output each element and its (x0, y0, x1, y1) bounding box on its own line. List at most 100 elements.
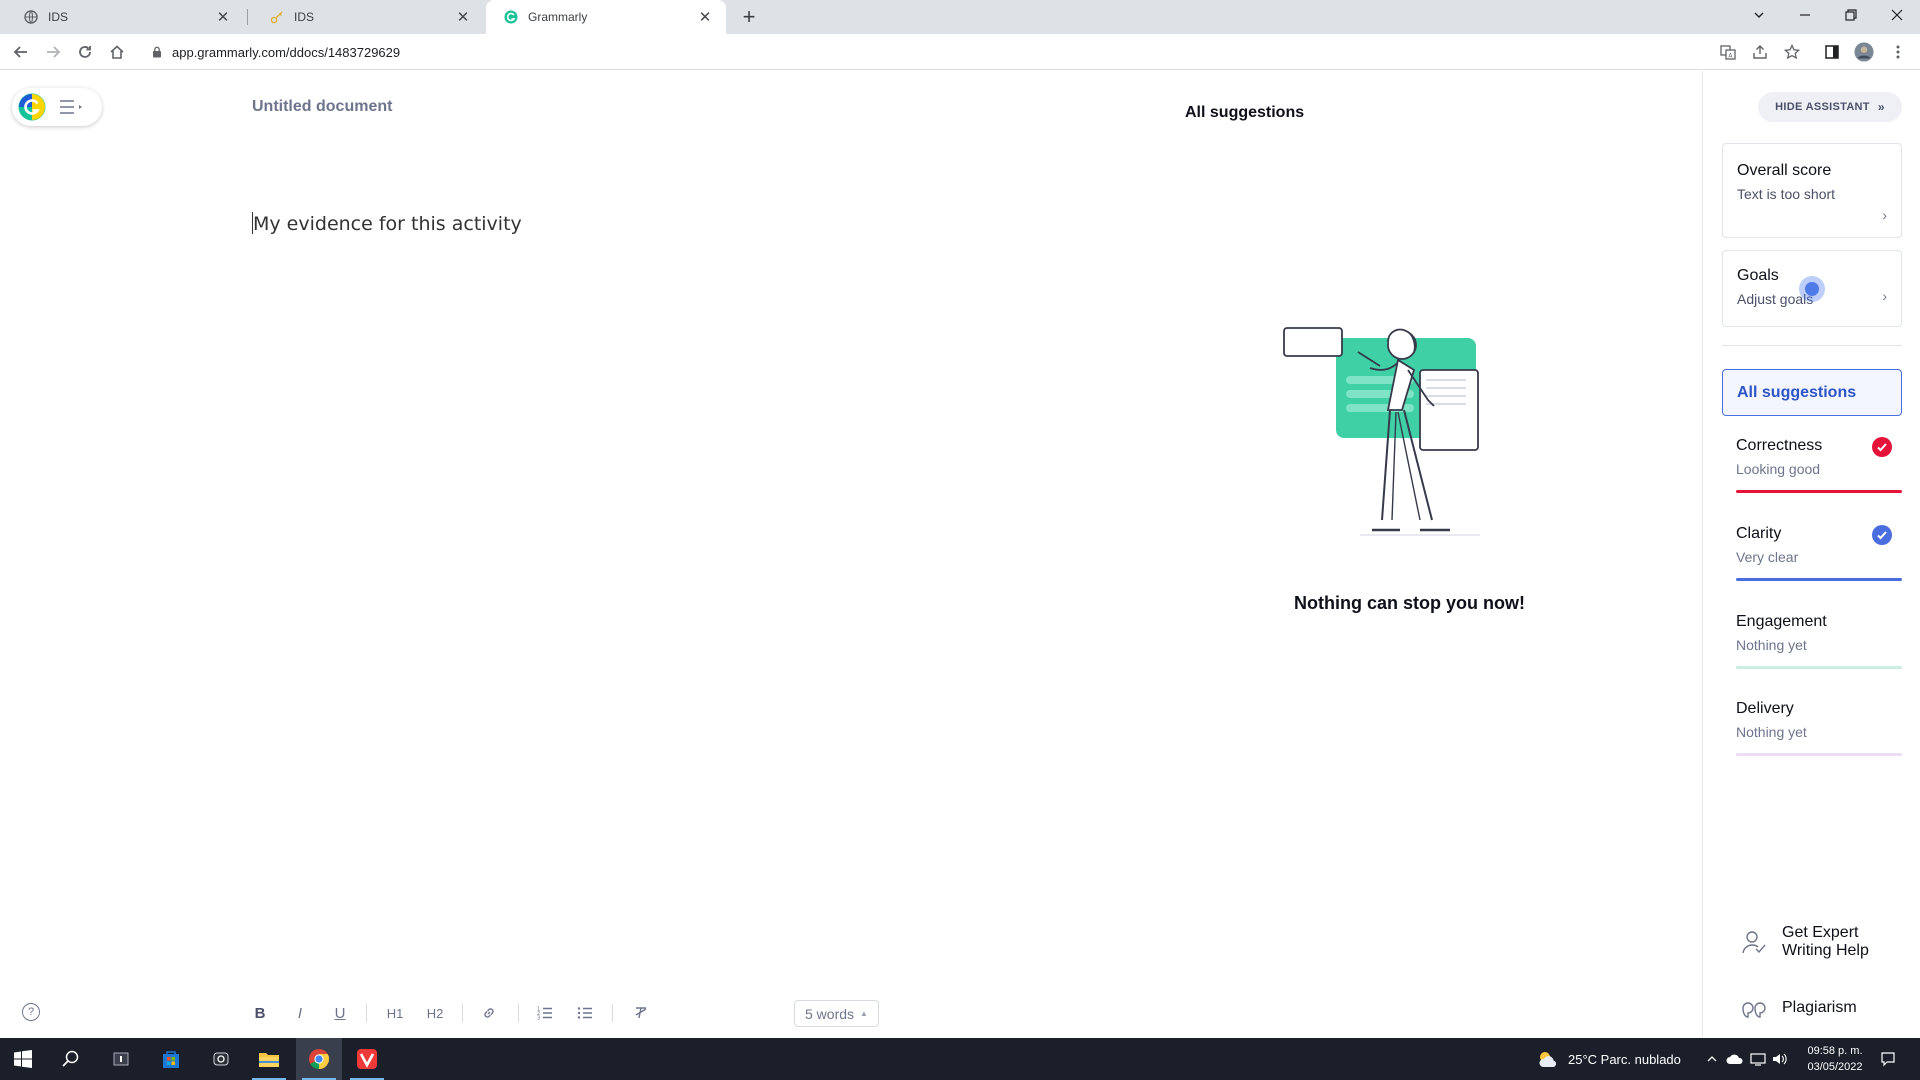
document-title[interactable]: Untitled document (252, 98, 392, 116)
category-correctness[interactable]: Correctness Looking good (1722, 427, 1902, 503)
network-icon[interactable] (1750, 1038, 1766, 1080)
expert-person-icon (1740, 928, 1768, 956)
help-icon[interactable]: ? (22, 1003, 40, 1021)
category-progress-bar (1736, 578, 1902, 581)
share-icon[interactable] (1750, 42, 1770, 62)
category-status: Very clear (1736, 549, 1799, 565)
restore-button[interactable] (1828, 0, 1874, 30)
category-status: Nothing yet (1736, 637, 1807, 653)
category-progress-bar (1736, 490, 1902, 493)
tab-ids-1[interactable]: IDS ✕ (6, 0, 244, 34)
chevron-up-icon (1707, 1056, 1717, 1062)
close-tab-icon[interactable]: ✕ (214, 8, 232, 26)
numbered-list-button[interactable]: 123 (534, 1000, 556, 1026)
bullet-list-button[interactable] (574, 1000, 596, 1026)
weather-widget[interactable]: 25°C Parc. nublado (1536, 1038, 1681, 1080)
translate-icon[interactable]: A (1718, 42, 1738, 62)
windows-start-icon[interactable] (0, 1038, 46, 1080)
clear-formatting-button[interactable] (630, 1000, 652, 1026)
address-bar[interactable]: app.grammarly.com/ddocs/1483729629 (140, 37, 1740, 67)
onboarding-hotspot-dot[interactable] (1799, 276, 1825, 302)
new-tab-button[interactable]: + (736, 4, 762, 30)
clock-time: 09:58 p. m. (1807, 1045, 1863, 1057)
grammarly-favicon-icon (504, 10, 518, 24)
search-icon[interactable] (48, 1038, 94, 1080)
side-panel-icon[interactable] (1822, 42, 1842, 62)
bold-button[interactable]: B (250, 1000, 270, 1026)
heading2-button[interactable]: H2 (422, 1000, 448, 1026)
onedrive-icon[interactable] (1726, 1038, 1744, 1080)
word-count-button[interactable]: 5 words ▲ (794, 1000, 879, 1027)
italic-button[interactable]: I (290, 1000, 310, 1026)
toolbar-divider (462, 1004, 463, 1022)
overall-score-title: Overall score (1737, 162, 1832, 179)
overall-score-subtitle: Text is too short (1737, 186, 1836, 202)
category-status: Looking good (1736, 461, 1821, 477)
url-text: app.grammarly.com/ddocs/1483729629 (172, 44, 401, 60)
double-chevron-right-icon: » (1877, 100, 1885, 114)
minimize-button[interactable] (1782, 0, 1828, 30)
link-icon (484, 1008, 494, 1018)
profile-avatar-icon[interactable] (1854, 42, 1874, 62)
toolbar-divider (366, 1004, 367, 1022)
category-status: Nothing yet (1736, 724, 1807, 740)
numbered-list-icon: 123 (537, 1007, 552, 1021)
category-title: Engagement (1736, 613, 1827, 630)
reload-button[interactable] (72, 39, 98, 65)
category-title: Clarity (1736, 525, 1782, 542)
heading2-label: H2 (426, 1005, 444, 1021)
camera-app-icon[interactable] (198, 1038, 244, 1080)
microsoft-store-icon[interactable] (148, 1038, 194, 1080)
grammarly-menu-badge[interactable] (12, 88, 102, 126)
bookmark-star-icon[interactable] (1782, 42, 1802, 62)
chevron-right-icon: › (1882, 288, 1887, 304)
task-view-icon[interactable] (98, 1038, 144, 1080)
chrome-menu-icon[interactable] (1888, 42, 1908, 62)
file-explorer-icon[interactable] (246, 1038, 292, 1080)
close-window-button[interactable] (1874, 0, 1920, 30)
expert-writing-help-button[interactable]: Get Expert Writing Help (1740, 924, 1869, 960)
browser-tab-strip: IDS ✕ IDS ✕ Grammarly ✕ + (0, 0, 1920, 34)
tab-ids-2[interactable]: IDS ✕ (252, 0, 484, 34)
toolbar-divider (518, 1004, 519, 1022)
category-delivery[interactable]: Delivery Nothing yet (1722, 690, 1902, 766)
close-tab-icon[interactable]: ✕ (454, 8, 472, 26)
link-button[interactable] (478, 1000, 500, 1026)
tab-search-icon[interactable] (1736, 0, 1782, 30)
close-tab-icon[interactable]: ✕ (696, 8, 714, 26)
overall-score-card[interactable]: Overall score Text is too short › (1722, 143, 1902, 238)
weather-text: 25°C Parc. nublado (1568, 1051, 1681, 1067)
notifications-icon[interactable] (1880, 1038, 1896, 1080)
empty-state-message: Nothing can stop you now! (1294, 593, 1525, 613)
plagiarism-button[interactable]: Plagiarism (1740, 994, 1857, 1022)
vivaldi-icon[interactable] (344, 1038, 390, 1080)
back-button[interactable] (8, 39, 34, 65)
grammarly-logo-icon (18, 93, 46, 121)
lock-icon[interactable] (152, 46, 162, 58)
expert-help-line1: Get Expert (1782, 924, 1859, 941)
key-icon (270, 10, 284, 24)
category-clarity[interactable]: Clarity Very clear (1722, 515, 1902, 591)
word-count-text: 5 words (805, 1005, 855, 1022)
hide-assistant-button[interactable]: HIDE ASSISTANT » (1758, 92, 1902, 122)
underline-button[interactable]: U (330, 1000, 350, 1026)
hamburger-menu-icon[interactable] (60, 100, 84, 114)
volume-icon[interactable] (1772, 1038, 1788, 1080)
forward-button[interactable] (40, 39, 66, 65)
category-engagement[interactable]: Engagement Nothing yet (1722, 603, 1902, 679)
chrome-icon[interactable] (296, 1038, 342, 1080)
show-hidden-icons-button[interactable] (1706, 1038, 1718, 1080)
system-clock[interactable]: 09:58 p. m. 03/05/2022 (1790, 1043, 1880, 1075)
suggestions-heading: All suggestions (1185, 104, 1305, 121)
home-button[interactable] (104, 39, 130, 65)
expert-help-line2: Writing Help (1782, 942, 1869, 959)
checkmark-icon (1872, 437, 1892, 457)
tab-grammarly[interactable]: Grammarly ✕ (486, 0, 726, 34)
tab-title: IDS (294, 10, 315, 24)
all-suggestions-button[interactable]: All suggestions (1722, 369, 1902, 416)
document-body[interactable]: My evidence for this activity (252, 212, 522, 235)
partly-cloudy-icon (1539, 1052, 1557, 1067)
woman-at-board-illustration (1283, 327, 1480, 536)
heading1-button[interactable]: H1 (382, 1000, 408, 1026)
bold-label: B (254, 1004, 266, 1022)
